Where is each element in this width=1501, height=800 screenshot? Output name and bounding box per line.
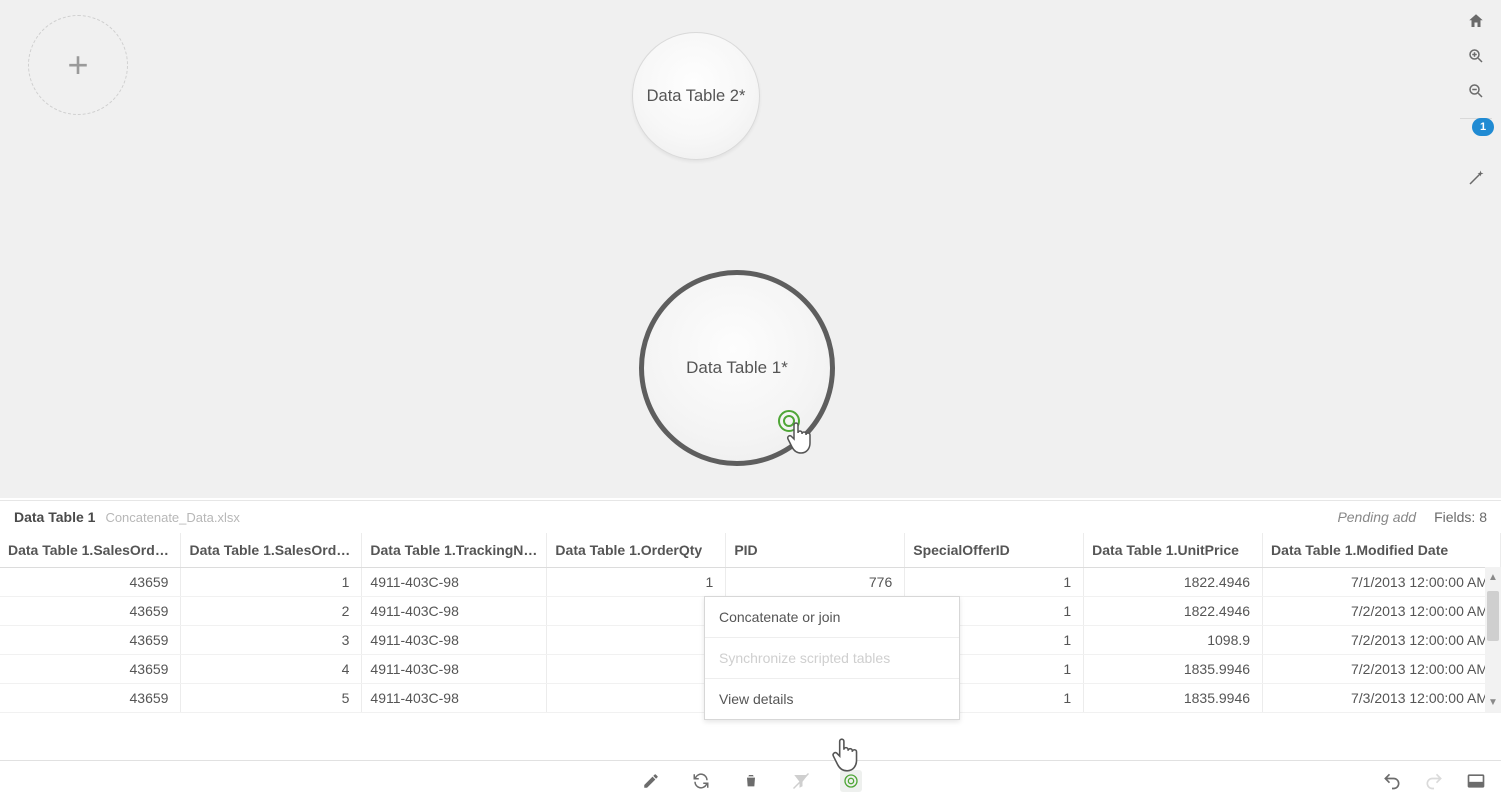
- cell[interactable]: 4911-403C-98: [362, 625, 547, 654]
- cell[interactable]: 43659: [0, 625, 181, 654]
- cell[interactable]: 7/3/2013 12:00:00 AM: [1263, 683, 1501, 712]
- notification-badge[interactable]: 1: [1472, 118, 1494, 136]
- cell[interactable]: 1: [905, 567, 1084, 596]
- cell[interactable]: 7/1/2013 12:00:00 AM: [1263, 567, 1501, 596]
- scroll-down-icon[interactable]: ▼: [1485, 694, 1501, 710]
- cell[interactable]: 1835.9946: [1084, 683, 1263, 712]
- cell[interactable]: 1822.4946: [1084, 596, 1263, 625]
- col-header[interactable]: Data Table 1.SalesOrderID: [0, 533, 181, 567]
- panel-toggle-icon[interactable]: [1465, 770, 1487, 792]
- cell[interactable]: 4911-403C-98: [362, 596, 547, 625]
- preview-title: Data Table 1: [14, 509, 95, 525]
- delete-icon[interactable]: [740, 770, 762, 792]
- col-header[interactable]: Data Table 1.TrackingNum...: [362, 533, 547, 567]
- context-menu-item[interactable]: Concatenate or join: [705, 597, 959, 637]
- refresh-icon[interactable]: [690, 770, 712, 792]
- cell[interactable]: 1: [547, 683, 726, 712]
- cell[interactable]: 1: [547, 625, 726, 654]
- cell[interactable]: 4911-403C-98: [362, 567, 547, 596]
- table-row[interactable]: 4365914911-403C-98177611822.49467/1/2013…: [0, 567, 1501, 596]
- data-table-1-node[interactable]: Data Table 1*: [639, 270, 835, 466]
- cell[interactable]: 4911-403C-98: [362, 683, 547, 712]
- cell[interactable]: 3: [547, 596, 726, 625]
- context-menu-item: Synchronize scripted tables: [705, 637, 959, 678]
- cell[interactable]: 43659: [0, 596, 181, 625]
- cell[interactable]: 1098.9: [1084, 625, 1263, 654]
- preview-header: Data Table 1 Concatenate_Data.xlsx Pendi…: [0, 501, 1501, 533]
- plus-icon: +: [67, 44, 88, 86]
- cell[interactable]: 5: [181, 683, 362, 712]
- filter-remove-icon: [790, 770, 812, 792]
- col-header[interactable]: Data Table 1.Modified Date: [1263, 533, 1501, 567]
- data-table-2-node[interactable]: Data Table 2*: [632, 32, 760, 160]
- cell[interactable]: 4: [181, 654, 362, 683]
- cell[interactable]: 7/2/2013 12:00:00 AM: [1263, 654, 1501, 683]
- canvas-right-toolbar: 1: [1460, 10, 1492, 189]
- preview-source-file: Concatenate_Data.xlsx: [105, 510, 239, 525]
- cell[interactable]: 7/2/2013 12:00:00 AM: [1263, 596, 1501, 625]
- scroll-up-icon[interactable]: ▲: [1485, 569, 1501, 585]
- col-header[interactable]: Data Table 1.SalesOrder...: [181, 533, 362, 567]
- cell[interactable]: 1822.4946: [1084, 567, 1263, 596]
- cell[interactable]: 2: [181, 596, 362, 625]
- edit-icon[interactable]: [640, 770, 662, 792]
- cell[interactable]: 4911-403C-98: [362, 654, 547, 683]
- cell[interactable]: 7/2/2013 12:00:00 AM: [1263, 625, 1501, 654]
- magic-wand-icon[interactable]: [1465, 167, 1487, 189]
- cell[interactable]: 43659: [0, 683, 181, 712]
- zoom-in-icon[interactable]: [1465, 45, 1487, 67]
- preview-fields-count: Fields: 8: [1434, 509, 1487, 525]
- node-context-menu: Concatenate or joinSynchronize scripted …: [704, 596, 960, 720]
- table-header-row: Data Table 1.SalesOrderID Data Table 1.S…: [0, 533, 1501, 567]
- undo-icon[interactable]: [1381, 770, 1403, 792]
- cell[interactable]: 3: [181, 625, 362, 654]
- col-header[interactable]: SpecialOfferID: [905, 533, 1084, 567]
- cell[interactable]: 1835.9946: [1084, 654, 1263, 683]
- grid-vertical-scrollbar[interactable]: ▲ ▼: [1485, 567, 1501, 712]
- node-label: Data Table 2*: [647, 87, 746, 106]
- scroll-thumb[interactable]: [1487, 591, 1499, 641]
- cell[interactable]: 1: [547, 567, 726, 596]
- bottom-right-tools: [1381, 770, 1487, 792]
- cell[interactable]: 1: [181, 567, 362, 596]
- data-canvas: + 1 Data Table 2* Data Table 1*: [0, 0, 1501, 498]
- col-header[interactable]: Data Table 1.OrderQty: [547, 533, 726, 567]
- target-action-icon[interactable]: [840, 770, 862, 792]
- preview-pending-status: Pending add: [1337, 509, 1416, 525]
- cell[interactable]: 43659: [0, 567, 181, 596]
- bottom-toolbar: [0, 760, 1501, 800]
- col-header[interactable]: PID: [726, 533, 905, 567]
- cell[interactable]: 43659: [0, 654, 181, 683]
- context-menu-item[interactable]: View details: [705, 678, 959, 719]
- col-header[interactable]: Data Table 1.UnitPrice: [1084, 533, 1263, 567]
- node-label: Data Table 1*: [686, 358, 788, 378]
- cell[interactable]: 1: [547, 654, 726, 683]
- cell[interactable]: 776: [726, 567, 905, 596]
- add-data-table-button[interactable]: +: [28, 15, 128, 115]
- redo-icon: [1423, 770, 1445, 792]
- zoom-out-icon[interactable]: [1465, 80, 1487, 102]
- home-icon[interactable]: [1465, 10, 1487, 32]
